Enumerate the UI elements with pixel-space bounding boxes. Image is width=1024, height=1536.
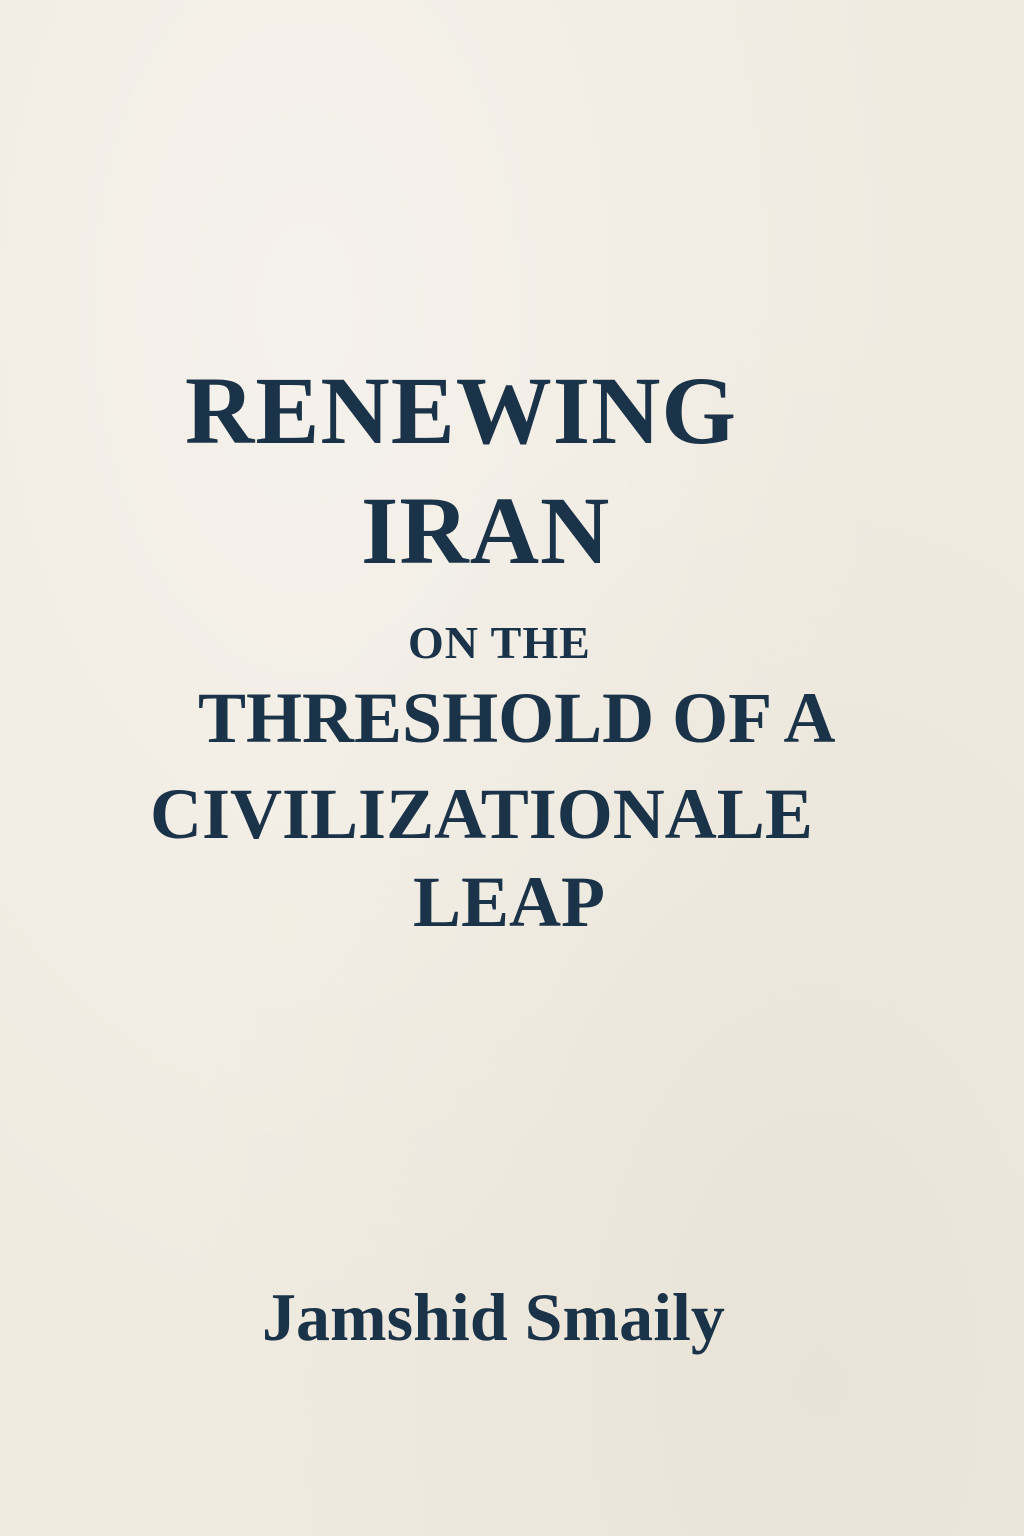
subtitle-line-leap: LEAP xyxy=(413,862,606,942)
subtitle-line-threshold: THRESHOLD OF A xyxy=(198,678,836,758)
title-line-renewing: RENEWING xyxy=(185,357,738,464)
book-cover: RENEWING IRAN ON THE THRESHOLD OF A CIVI… xyxy=(0,0,1024,1536)
title-line-iran: IRAN xyxy=(361,477,611,584)
author-name: Jamshid Smaily xyxy=(262,1279,725,1355)
subtitle-line-on-the: ON THE xyxy=(408,617,591,668)
subtitle-line-civilizationale: CIVILIZATIONALE xyxy=(150,774,813,854)
